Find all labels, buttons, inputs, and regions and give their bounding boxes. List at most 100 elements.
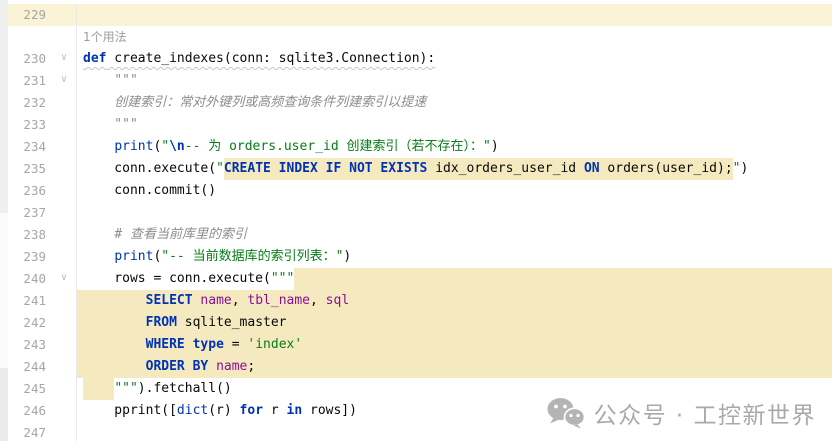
token: WHERE type <box>146 334 224 356</box>
code-text[interactable]: def create_indexes(conn: sqlite3.Connect… <box>77 48 832 70</box>
token <box>83 378 114 400</box>
code-text[interactable] <box>77 202 832 224</box>
token: CREATE INDEX IF NOT EXISTS <box>224 158 428 180</box>
token: sqlite_master <box>177 312 287 334</box>
line-number: 230 <box>8 48 46 70</box>
code-line[interactable]: 229 <box>8 4 832 26</box>
code-text[interactable]: print("\n-- 为 orders.user_id 创建索引（若不存在）：… <box>77 136 832 158</box>
code-text[interactable]: 创建索引：常对外键列或高频查询条件列建索引以提速 <box>77 92 832 114</box>
token: ; <box>247 356 255 378</box>
token: """ <box>83 70 138 92</box>
code-text[interactable]: ORDER BY name; <box>77 356 832 378</box>
token: (r) <box>208 400 239 422</box>
token: \n <box>169 136 185 158</box>
gutter-fold-area <box>46 246 77 268</box>
token: dict <box>177 400 208 422</box>
code-line[interactable]: 238 # 查看当前库里的索引 <box>8 224 832 246</box>
code-line[interactable]: 243 WHERE type = 'index' <box>8 334 832 356</box>
line-number: 242 <box>8 312 46 334</box>
weak-warning-squiggle: def create_indexes(conn: sqlite3.Connect… <box>83 48 435 70</box>
token: name <box>216 356 247 378</box>
line-number: 244 <box>8 356 46 378</box>
token: ) <box>343 246 351 268</box>
token: # 查看当前库里的索引 <box>114 224 247 246</box>
code-text[interactable]: conn.execute("CREATE INDEX IF NOT EXISTS… <box>77 158 832 180</box>
line-number: 232 <box>8 92 46 114</box>
gutter-fold-area <box>46 136 77 158</box>
token <box>83 246 114 268</box>
fold-chevron-icon[interactable]: ∨ <box>46 70 77 92</box>
token: orders(user_id); <box>600 158 733 180</box>
token: " <box>216 158 224 180</box>
code-line[interactable]: 231∨ """ <box>8 70 832 92</box>
token: tbl_name <box>247 290 310 312</box>
code-line[interactable]: 233 """ <box>8 114 832 136</box>
code-text[interactable]: print("-- 当前数据库的索引列表：") <box>77 246 832 268</box>
gutter-fold-area <box>46 334 77 356</box>
line-number: 245 <box>8 378 46 400</box>
token <box>208 356 216 378</box>
code-line[interactable]: 244 ORDER BY name; <box>8 356 832 378</box>
token: = <box>224 334 247 356</box>
token: ( <box>153 246 161 268</box>
editor-rows[interactable]: 2291个用法230∨def create_indexes(conn: sqli… <box>8 4 832 441</box>
code-text[interactable]: rows = conn.execute(""" <box>77 268 832 290</box>
line-number: 241 <box>8 290 46 312</box>
token: sql <box>326 290 349 312</box>
code-line[interactable]: 236 conn.commit() <box>8 180 832 202</box>
gutter-fold-area <box>46 400 77 422</box>
token <box>83 224 114 246</box>
fold-chevron-icon[interactable]: ∨ <box>46 48 77 70</box>
code-text[interactable]: conn.commit() <box>77 180 832 202</box>
token: r <box>263 400 286 422</box>
code-text[interactable]: FROM sqlite_master <box>77 312 832 334</box>
token: for <box>240 400 263 422</box>
token <box>83 312 146 334</box>
inlay-hint-row[interactable]: 1个用法 <box>8 26 832 48</box>
token: , <box>310 290 326 312</box>
code-line[interactable]: 230∨ def create_indexes(conn: sqlite3.Con… <box>8 48 832 70</box>
code-text[interactable]: """ <box>77 114 832 136</box>
gutter-fold-area <box>46 290 77 312</box>
code-line[interactable]: 235 conn.execute("CREATE INDEX IF NOT EX… <box>8 158 832 180</box>
code-text[interactable]: SELECT name, tbl_name, sql <box>77 290 832 312</box>
token: ( <box>153 136 161 158</box>
injected-fragment-background <box>294 268 832 290</box>
code-text[interactable]: """ <box>77 70 832 92</box>
code-line[interactable]: 237 <box>8 202 832 224</box>
token: pprint([ <box>83 400 177 422</box>
gutter-fold-area <box>46 224 77 246</box>
line-number: 236 <box>8 180 46 202</box>
token: conn.commit() <box>83 180 216 202</box>
gutter-fold-area <box>46 312 77 334</box>
code-line[interactable]: 234 print("\n-- 为 orders.user_id 创建索引（若不… <box>8 136 832 158</box>
code-line[interactable]: 242 FROM sqlite_master <box>8 312 832 334</box>
watermark: 公众号 · 工控新世界 <box>547 396 816 430</box>
token: rows]) <box>302 400 357 422</box>
code-text[interactable]: # 查看当前库里的索引 <box>77 224 832 246</box>
line-number: 233 <box>8 114 46 136</box>
token: -- 为 orders.user_id 创建索引（若不存在）：" <box>185 136 491 158</box>
code-line[interactable]: 232 创建索引：常对外键列或高频查询条件列建索引以提速 <box>8 92 832 114</box>
code-line[interactable]: 241 SELECT name, tbl_name, sql <box>8 290 832 312</box>
line-number: 240 <box>8 268 46 290</box>
code-line[interactable]: 240∨ rows = conn.execute(""" <box>8 268 832 290</box>
gutter-fold-area <box>46 26 77 48</box>
line-number: 229 <box>8 4 46 26</box>
usages-hint-label[interactable]: 1个用法 <box>83 26 127 48</box>
gutter-fold-area <box>46 158 77 180</box>
line-number: 235 <box>8 158 46 180</box>
code-line[interactable]: 239 print("-- 当前数据库的索引列表：") <box>8 246 832 268</box>
code-text[interactable]: WHERE type = 'index' <box>77 334 832 356</box>
gutter-fold-area <box>46 92 77 114</box>
token: conn.execute( <box>83 158 216 180</box>
gutter-fold-area <box>46 422 77 441</box>
gutter-fold-area <box>46 180 77 202</box>
line-number: 247 <box>8 422 46 441</box>
usage-inlay-hint[interactable]: 1个用法 <box>77 26 832 48</box>
code-text[interactable] <box>77 4 832 26</box>
token: print <box>114 246 153 268</box>
token: "-- 当前数据库的索引列表：" <box>161 246 343 268</box>
token: ) <box>740 158 748 180</box>
fold-chevron-icon[interactable]: ∨ <box>46 268 77 290</box>
